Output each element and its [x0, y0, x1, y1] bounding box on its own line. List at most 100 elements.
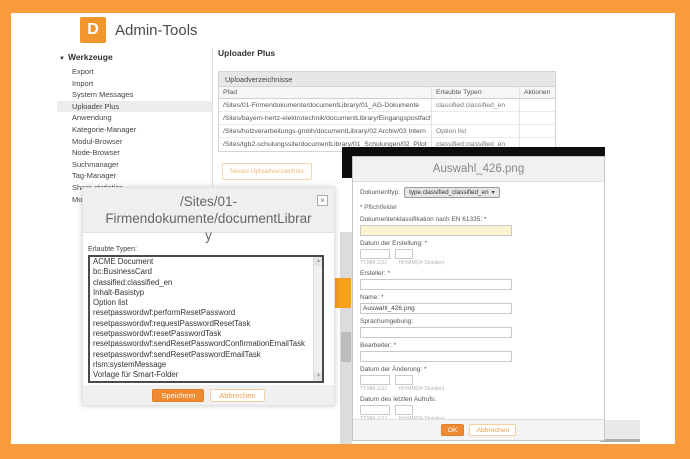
background-window-fragment: [600, 420, 640, 442]
name-field[interactable]: [360, 303, 512, 314]
listbox-option[interactable]: resetpasswordwf:performResetPassword: [90, 308, 322, 318]
sidebar-item-anwendung[interactable]: Anwendung: [57, 112, 212, 124]
doc-type-label: Dokumenttyp:: [360, 189, 400, 197]
last-access-date-field[interactable]: [360, 405, 390, 415]
cell-aktionen: [519, 112, 555, 124]
upload-properties-dialog-footer: OK Abbrechen: [353, 419, 604, 440]
editor-label: Bearbeiter: *: [360, 342, 597, 350]
modified-date-label: Datum der Änderung: *: [360, 366, 597, 374]
cancel-button[interactable]: Abbrechen: [210, 389, 264, 402]
sidebar-item-kategorie-manager[interactable]: Kategorie-Manager: [57, 124, 212, 136]
sidebar-item-node-browser[interactable]: Node-Browser: [57, 147, 212, 159]
creation-date-label: Datum der Erstellung: *: [360, 240, 597, 248]
listbox-option[interactable]: bc:BusinessCard: [90, 267, 322, 277]
date-format-hint: TT.MM.JJJJ: [360, 260, 387, 266]
modified-date-field[interactable]: [360, 375, 390, 385]
partially-hidden-button[interactable]: [334, 278, 351, 308]
cell-erlaubte-typen: Option list: [431, 125, 519, 137]
sidebar-section-werkzeuge[interactable]: ▼Werkzeuge: [57, 49, 212, 66]
creator-label: Ersteller: *: [360, 270, 597, 278]
allowed-types-dialog: /Sites/01-Firmendokumente/documentLibrar…: [82, 187, 335, 406]
time-format-hint: HH:MM(24 Stunden): [399, 386, 445, 392]
cell-erlaubte-typen: classified:classified_en: [431, 99, 519, 111]
column-header-erlaubte-typen[interactable]: Erlaubte Typen: [431, 87, 519, 98]
date-format-hint: TT.MM.JJJJ: [360, 386, 387, 392]
editor-field[interactable]: [360, 351, 512, 362]
admin-tools-window: D Admin-Tools ▼Werkzeuge Export Import S…: [11, 13, 675, 444]
required-fields-note: * Pflichtfelder: [360, 204, 597, 211]
allowed-types-dialog-footer: Speichern Abbrechen: [83, 385, 334, 405]
cell-erlaubte-typen: [431, 112, 519, 124]
modified-time-field[interactable]: [395, 375, 413, 385]
listbox-option[interactable]: resetpasswordwf:requestPasswordResetTask: [90, 319, 322, 329]
listbox-option[interactable]: Option list: [90, 298, 322, 308]
listbox-option[interactable]: Inhalt-Basistyp: [90, 288, 322, 298]
ok-button[interactable]: OK: [441, 424, 465, 436]
listbox-option[interactable]: ACME Document: [90, 257, 322, 267]
sidebar-item-tag-manager[interactable]: Tag-Manager: [57, 170, 212, 182]
classification-label: Dokumentenklassifikation nach EN 61335: …: [360, 216, 597, 224]
cell-aktionen: [519, 99, 555, 111]
creation-date-field[interactable]: [360, 249, 390, 259]
last-access-date-label: Datum des letzten Aufrufs:: [360, 396, 597, 404]
allowed-types-listbox[interactable]: ACME Document bc:BusinessCard classified…: [88, 255, 324, 383]
table-header-row: Pfad Erlaubte Typen Aktionen: [219, 87, 555, 99]
name-label: Name: *: [360, 294, 597, 302]
app-title: Admin-Tools: [115, 22, 198, 39]
sidebar-item-export[interactable]: Export: [57, 66, 212, 78]
cell-aktionen: [519, 125, 555, 137]
creation-time-field[interactable]: [395, 249, 413, 259]
creator-field[interactable]: [360, 279, 512, 290]
table-row[interactable]: /Sites/bayern-hertz-elektrotechnik/docum…: [219, 112, 555, 125]
sidebar-section-label: Werkzeuge: [68, 52, 113, 62]
doc-type-select[interactable]: type.classified_classified_en ▾: [404, 187, 499, 198]
listbox-option[interactable]: resetpasswordwf:sendResetPasswordConfirm…: [90, 339, 322, 349]
listbox-option[interactable]: classified:classified_en: [90, 278, 322, 288]
app-logo: D: [80, 17, 106, 43]
sidebar-divider: [212, 48, 213, 188]
allowed-types-dialog-header: /Sites/01-Firmendokumente/documentLibrar…: [83, 188, 334, 233]
locale-field[interactable]: [360, 327, 512, 338]
locale-label: Sprachumgebung:: [360, 318, 597, 326]
dialog-title: Auswahl_426.png: [353, 157, 604, 182]
last-access-time-field[interactable]: [395, 405, 413, 415]
sidebar-item-system-messages[interactable]: System Messages: [57, 89, 212, 101]
sidebar-item-modul-browser[interactable]: Modul-Browser: [57, 136, 212, 148]
upload-directories-table: Uploadverzeichnisse Pfad Erlaubte Typen …: [218, 71, 556, 152]
screenshot-root: D Admin-Tools ▼Werkzeuge Export Import S…: [0, 0, 690, 459]
cell-pfad: /Sites/holzverarbeitungs-gmbh/documentLi…: [219, 125, 431, 137]
allowed-types-label: Erlaubte Typen:: [88, 246, 137, 253]
close-icon[interactable]: ×: [317, 195, 328, 206]
doc-type-selected-value: type.classified_classified_en: [409, 189, 488, 196]
classification-field[interactable]: [360, 225, 512, 236]
listbox-scrollbar[interactable]: ▲ ▼: [313, 257, 322, 381]
listbox-option[interactable]: resetpasswordwf:sendResetPasswordEmailTa…: [90, 350, 322, 360]
new-upload-directory-button[interactable]: Neues Uploadverzeichnis: [222, 163, 312, 180]
chevron-down-icon: ▾: [492, 189, 495, 196]
scroll-down-icon[interactable]: ▼: [314, 372, 323, 381]
collapse-caret-icon: ▼: [59, 56, 65, 62]
listbox-option[interactable]: rlsm:systemMessage: [90, 360, 322, 370]
dialog-backdrop-left: [342, 147, 352, 178]
save-button[interactable]: Speichern: [152, 389, 204, 402]
dialog-title: /Sites/01-Firmendokumente/documentLibrar…: [83, 188, 334, 244]
background-scrollbar-thumb[interactable]: [341, 332, 351, 362]
table-title: Uploadverzeichnisse: [219, 72, 555, 87]
sidebar-item-import[interactable]: Import: [57, 78, 212, 90]
cancel-button[interactable]: Abbrechen: [469, 424, 516, 436]
table-row[interactable]: /Sites/holzverarbeitungs-gmbh/documentLi…: [219, 125, 555, 138]
listbox-option[interactable]: Vorlage für Smart-Folder: [90, 370, 322, 380]
sidebar-item-suchmanager[interactable]: Suchmanager: [57, 159, 212, 171]
cell-pfad: /Sites/01-Firmendokumente/documentLibrar…: [219, 99, 431, 111]
listbox-option[interactable]: resetpasswordwf:resetPasswordTask: [90, 329, 322, 339]
scroll-up-icon[interactable]: ▲: [314, 257, 323, 266]
column-header-pfad[interactable]: Pfad: [219, 87, 431, 98]
column-header-aktionen[interactable]: Aktionen: [519, 87, 555, 98]
dialog-backdrop-top: [342, 147, 605, 156]
page-title: Uploader Plus: [218, 48, 275, 58]
sidebar: ▼Werkzeuge Export Import System Messages…: [57, 49, 212, 205]
table-row[interactable]: /Sites/01-Firmendokumente/documentLibrar…: [219, 99, 555, 112]
sidebar-item-uploader-plus[interactable]: Uploader Plus: [57, 101, 212, 113]
background-scrollbar[interactable]: [340, 232, 352, 444]
cell-pfad: /Sites/bayern-hertz-elektrotechnik/docum…: [219, 112, 431, 124]
